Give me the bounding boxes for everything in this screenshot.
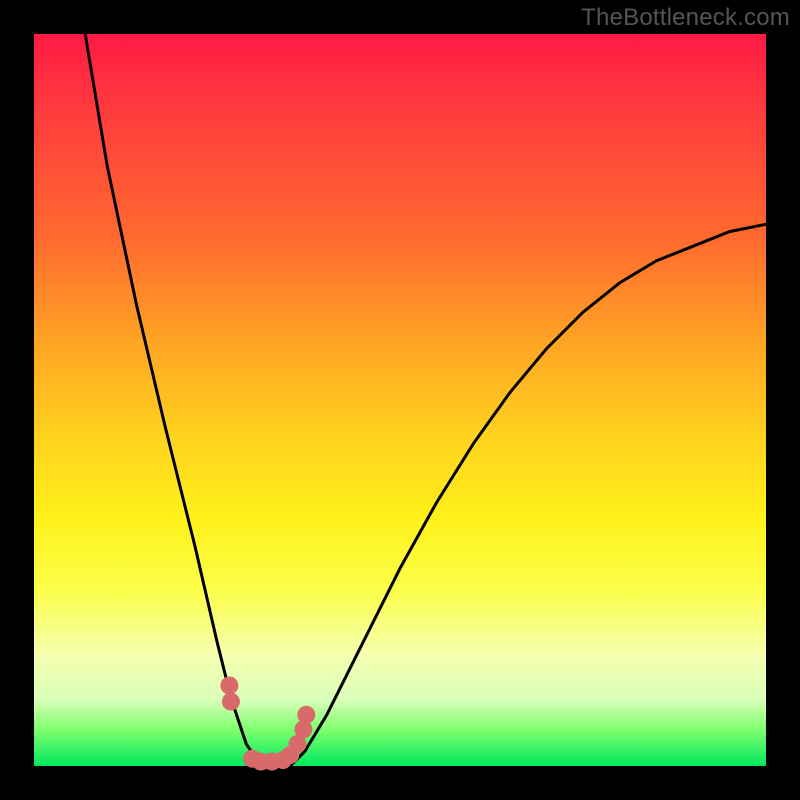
curve-layer (34, 34, 766, 766)
chart-frame: TheBottleneck.com (0, 0, 800, 800)
plot-area (34, 34, 766, 766)
bottleneck-curve (85, 34, 766, 766)
highlight-dot (222, 693, 240, 711)
highlight-dot (297, 706, 315, 724)
highlight-dot (220, 677, 238, 695)
watermark-text: TheBottleneck.com (581, 4, 790, 32)
